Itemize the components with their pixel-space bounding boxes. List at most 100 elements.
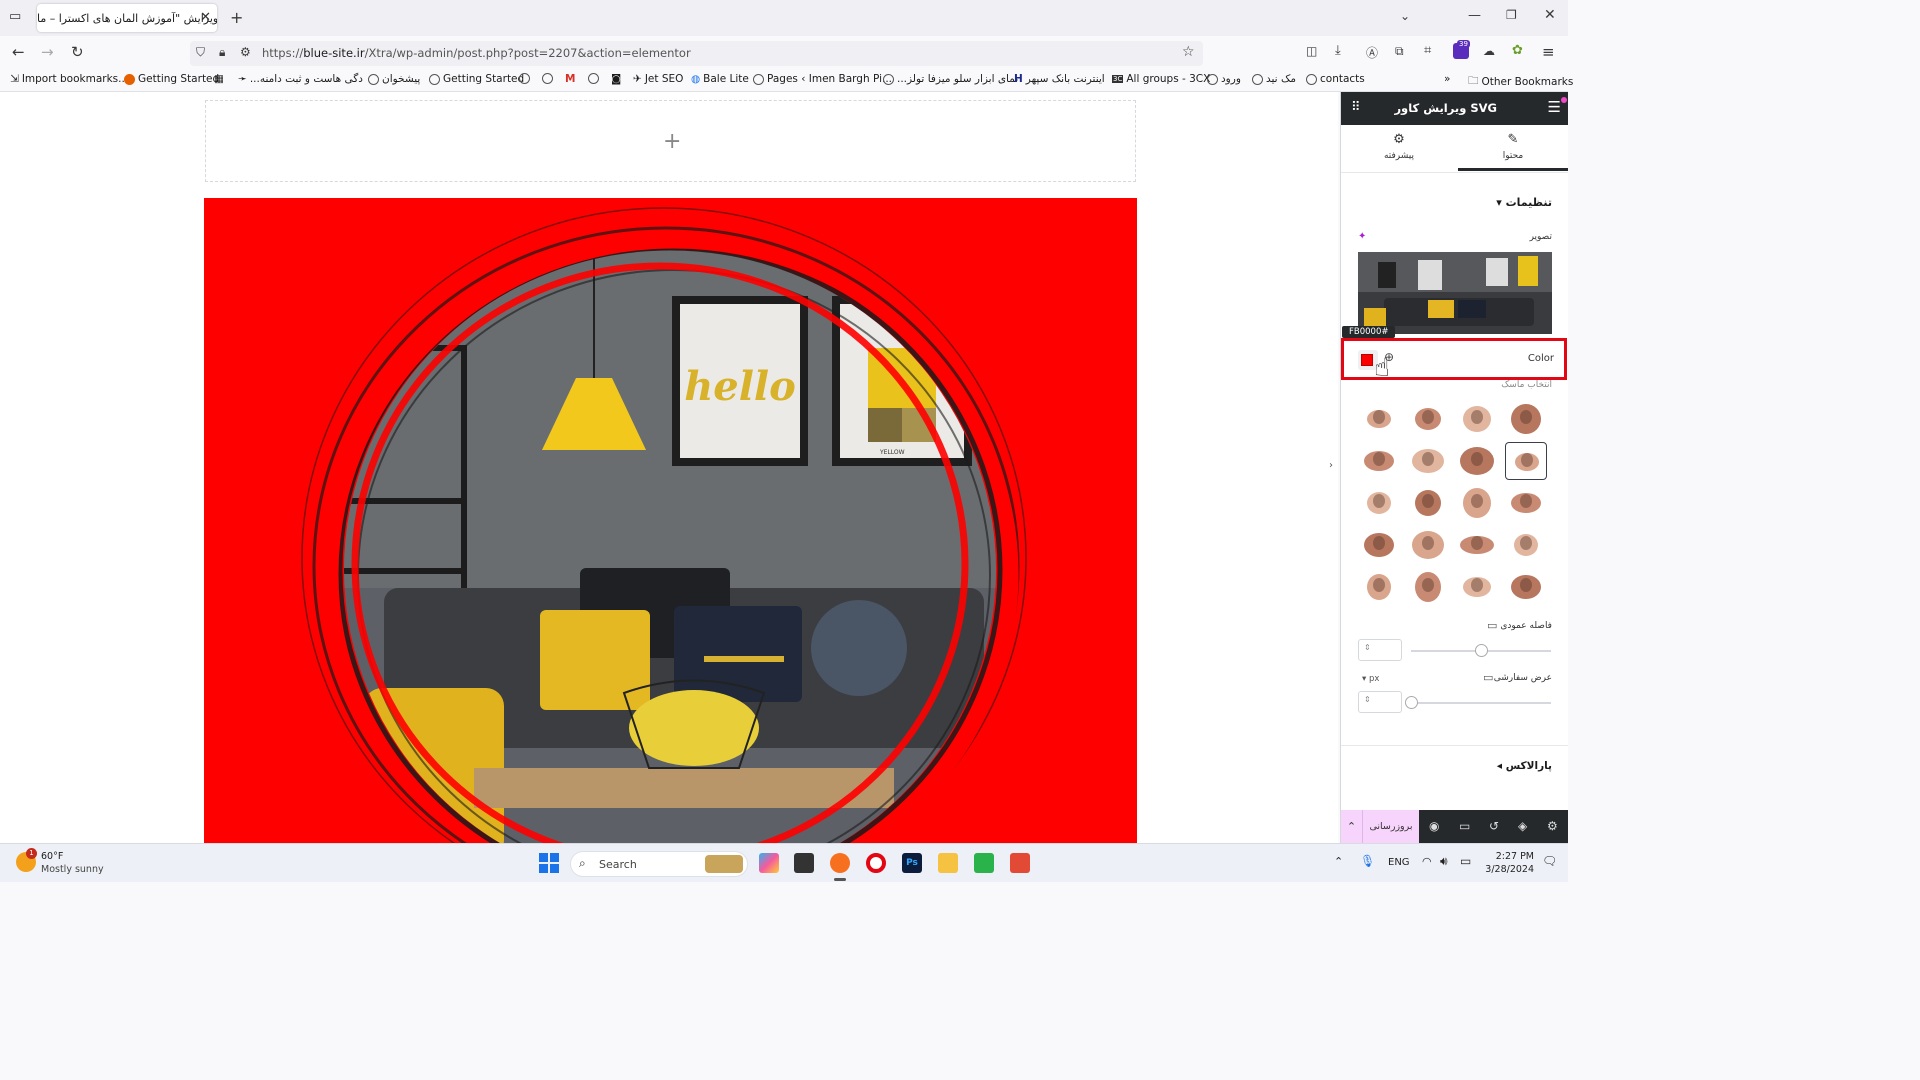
mask-option[interactable] xyxy=(1505,484,1547,522)
address-bar[interactable]: ⛉ 🔒︎ ⚙ https://blue-site.ir/Xtra/wp-admi… xyxy=(190,41,1203,66)
battery-icon[interactable]: ▭ xyxy=(1460,854,1471,868)
mask-option[interactable] xyxy=(1456,526,1498,564)
color-swatch[interactable] xyxy=(1361,354,1373,366)
bookmark-getting-started-2[interactable]: Getting Started xyxy=(429,73,524,85)
opera-icon[interactable] xyxy=(866,853,886,873)
mask-option[interactable] xyxy=(1456,484,1498,522)
mask-option[interactable] xyxy=(1505,400,1547,438)
history-icon[interactable]: ↺ xyxy=(1489,819,1499,833)
camtasia-red-icon[interactable] xyxy=(1010,853,1030,873)
mask-option[interactable] xyxy=(1358,442,1400,480)
bookmark-pages[interactable]: Pages ‹ Imen Bargh Pi... xyxy=(753,73,892,85)
file-task-view-icon[interactable] xyxy=(794,853,814,873)
weather-widget[interactable]: 60°F Mostly sunny xyxy=(41,850,104,876)
bookmark-mak[interactable]: مک نید xyxy=(1252,73,1296,85)
tab-list-icon[interactable]: ▭ xyxy=(9,9,21,24)
mask-option[interactable] xyxy=(1505,442,1547,480)
screenshot-crop-icon[interactable]: ⌗ xyxy=(1424,43,1431,58)
section-parallax-toggle[interactable]: ◂ پارالاکس xyxy=(1497,760,1552,772)
extension-purple-icon[interactable]: 39 xyxy=(1453,40,1470,59)
bookmark-jet-seo[interactable]: ✈ Jet SEO xyxy=(633,73,683,85)
mask-option[interactable] xyxy=(1407,526,1449,564)
add-section-button[interactable]: + xyxy=(663,129,681,154)
vertical-spacing-input[interactable]: ⇕ xyxy=(1358,639,1402,661)
responsive-mode-icon[interactable]: ▭ xyxy=(1459,819,1470,833)
microphone-icon[interactable]: 🎙︎ xyxy=(1360,854,1375,868)
pocket-icon[interactable]: ◫ xyxy=(1306,44,1317,58)
weather-sun-icon[interactable]: 1 xyxy=(16,848,37,872)
forward-icon[interactable]: → xyxy=(41,43,54,61)
bookmark-contacts[interactable]: contacts xyxy=(1306,73,1365,85)
downloads-icon[interactable]: ⤓ xyxy=(1335,43,1341,58)
preview-eye-icon[interactable]: ◉ xyxy=(1429,819,1439,833)
desktop-device-icon[interactable]: ▭ xyxy=(1483,671,1493,684)
list-all-tabs-icon[interactable]: ⌄ xyxy=(1400,9,1410,23)
permissions-icon[interactable]: ⚙ xyxy=(240,45,251,59)
app-menu-icon[interactable]: ≡ xyxy=(1542,43,1555,61)
empty-section[interactable]: + xyxy=(205,100,1136,182)
bookmarks-overflow[interactable]: » xyxy=(1444,73,1450,85)
taskbar-search-box[interactable]: ⌕ Search xyxy=(570,851,748,877)
bookmark-bale-lite[interactable]: ◍ Bale Lite xyxy=(691,73,749,85)
bookmark-blank[interactable]: ▦ xyxy=(214,73,224,85)
mask-option[interactable] xyxy=(1358,568,1400,606)
windows-start-icon[interactable] xyxy=(539,853,559,873)
other-bookmarks[interactable]: 🗀︎ Other Bookmarks xyxy=(1468,73,1573,91)
account-icon[interactable]: Ⓐ xyxy=(1366,44,1378,61)
mask-option[interactable] xyxy=(1407,400,1449,438)
custom-width-input[interactable]: ⇕ xyxy=(1358,691,1402,713)
panel-collapse-arrow-icon[interactable]: › xyxy=(1329,460,1333,471)
shield-icon[interactable]: ⛉ xyxy=(196,45,205,60)
clock[interactable]: 2:27 PM 3/28/2024 xyxy=(1484,850,1534,876)
bookmark-app[interactable]: ◙ xyxy=(611,73,621,85)
language-indicator[interactable]: ENG xyxy=(1388,857,1410,868)
bookmark-sepehr-bank[interactable]: اینترنت بانک سپهر H xyxy=(1014,73,1105,85)
mask-option[interactable] xyxy=(1407,442,1449,480)
bookmark-dashboard[interactable]: پیشخوان xyxy=(368,73,420,85)
image-thumbnail[interactable] xyxy=(1358,252,1552,334)
mask-option[interactable] xyxy=(1456,400,1498,438)
firefox-taskbar-icon[interactable] xyxy=(830,853,850,873)
back-icon[interactable]: ← xyxy=(12,43,25,61)
custom-width-slider[interactable] xyxy=(1411,702,1551,704)
bookmark-star-icon[interactable]: ☆ xyxy=(1182,44,1195,60)
vertical-spacing-slider-handle[interactable] xyxy=(1475,644,1488,657)
file-explorer-icon[interactable] xyxy=(938,853,958,873)
bookmark-getting-started-1[interactable]: Getting Started xyxy=(124,73,219,85)
desktop-device-icon[interactable]: ▭ xyxy=(1487,619,1497,632)
mask-option[interactable] xyxy=(1505,568,1547,606)
widgets-grid-icon[interactable]: ⠿ xyxy=(1351,100,1361,115)
section-settings-toggle[interactable]: ▾ تنظیمات xyxy=(1496,196,1552,209)
navigator-layers-icon[interactable]: ◈ xyxy=(1518,819,1527,833)
tab-advanced[interactable]: ⚙ پیشرفته xyxy=(1358,132,1440,161)
unit-select[interactable]: ▾ px xyxy=(1362,674,1379,684)
hamburger-menu-icon[interactable]: ☰ xyxy=(1548,98,1561,116)
photoshop-icon[interactable]: Ps xyxy=(902,853,922,873)
reload-icon[interactable]: ↻ xyxy=(71,43,84,61)
copilot-icon[interactable] xyxy=(759,853,779,873)
mask-option[interactable] xyxy=(1407,484,1449,522)
stepper-icon[interactable]: ⇕ xyxy=(1364,695,1371,704)
window-close-icon[interactable]: ✕ xyxy=(1544,7,1556,23)
mask-option[interactable] xyxy=(1407,568,1449,606)
settings-gear-icon[interactable]: ⚙ xyxy=(1547,819,1558,833)
extension-gear-icon[interactable]: ✿ xyxy=(1512,43,1523,58)
bookmark-globe-2[interactable] xyxy=(542,73,553,84)
minimize-icon[interactable]: — xyxy=(1468,8,1481,23)
wifi-icon[interactable]: ◠ xyxy=(1422,855,1432,868)
stepper-icon[interactable]: ⇕ xyxy=(1364,643,1371,652)
camtasia-green-icon[interactable] xyxy=(974,853,994,873)
chevron-up-icon[interactable]: ⌃ xyxy=(1341,810,1363,843)
tray-chevron-up-icon[interactable]: ⌃ xyxy=(1334,855,1343,868)
update-button[interactable]: بروزرسانی xyxy=(1363,810,1419,843)
bookmark-globe-1[interactable] xyxy=(519,73,530,84)
browser-tab-active[interactable]: ویرایش "آموزش المان های اکسترا – ما ✕ xyxy=(37,4,217,32)
bookmark-3cx[interactable]: 3C All groups - 3CX xyxy=(1112,73,1210,85)
bookmark-globe-3[interactable] xyxy=(588,73,599,84)
ai-sparkle-icon[interactable]: ✦ xyxy=(1358,231,1366,242)
notifications-icon[interactable]: 🗨︎ xyxy=(1542,854,1557,868)
mask-option[interactable] xyxy=(1456,568,1498,606)
mask-option[interactable] xyxy=(1456,442,1498,480)
mask-option[interactable] xyxy=(1358,400,1400,438)
mask-option[interactable] xyxy=(1358,526,1400,564)
